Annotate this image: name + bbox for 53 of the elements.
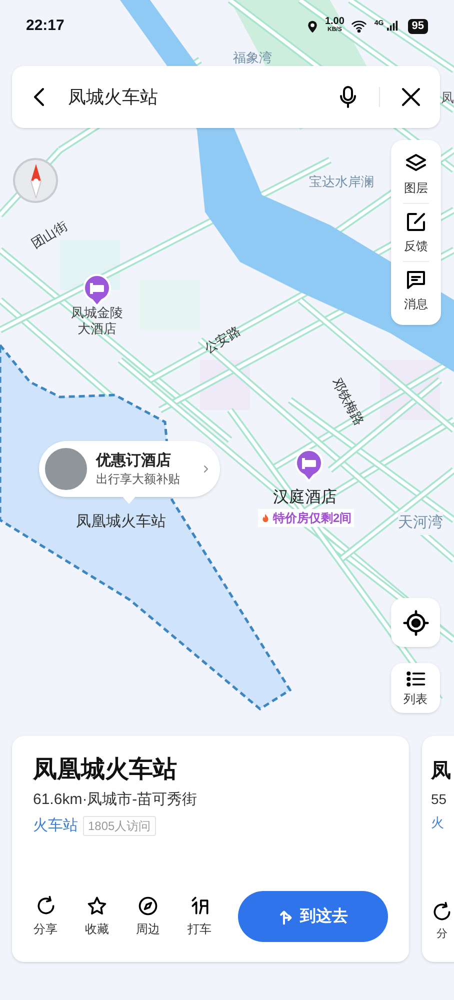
place-title: 凤凰城火车站 [33, 755, 178, 785]
locate-button[interactable] [391, 598, 440, 647]
list-button[interactable]: 列表 [391, 663, 440, 713]
crosshair-icon [402, 608, 430, 636]
flame-icon [260, 512, 271, 524]
signal-icon [384, 19, 399, 33]
wifi-icon [349, 18, 370, 34]
share-icon [34, 895, 57, 917]
hotel-pin-icon[interactable] [82, 274, 112, 308]
road-label: 团山街 [28, 216, 71, 254]
action-button[interactable]: 分 [431, 900, 453, 942]
share-icon [431, 900, 453, 922]
hotel-label[interactable]: 凤城金陵大酒店 [68, 305, 126, 337]
map-tool-button[interactable]: 反馈 [404, 204, 428, 261]
station-label: 凤凰城火车站 [76, 512, 166, 532]
edit-icon [404, 210, 428, 234]
action-button[interactable]: 打车 [186, 895, 212, 938]
place-title: 凤 [431, 759, 452, 784]
action-button[interactable]: 分享 [33, 895, 58, 938]
category-link[interactable]: 火 [431, 813, 444, 832]
callout-pointer-icon [122, 496, 136, 504]
category-link[interactable]: 火车站 [33, 814, 78, 837]
map-area-label: 宝达水岸澜 [309, 173, 374, 191]
map-area-label: 天河湾 [398, 512, 443, 534]
navigate-button[interactable]: 到这去 [238, 891, 388, 942]
callout-title: 优惠订酒店 [96, 451, 172, 471]
place-info: 55 [431, 790, 448, 809]
net-speed: 1.00 [324, 18, 344, 26]
visits-tag: 1805人访问 [83, 816, 156, 836]
place-card[interactable]: 凤 55 火 分 [422, 736, 454, 962]
place-info: 61.6km·凤城市-苗可秀街 [33, 790, 198, 810]
photo-placeholder [43, 446, 89, 492]
hotel-label[interactable]: 汉庭酒店 [273, 486, 337, 510]
status-time: 22:17 [26, 16, 64, 36]
map-area-label: 福象湾 [233, 49, 272, 67]
star-icon [86, 895, 108, 917]
close-icon [399, 85, 423, 109]
hotel-callout[interactable]: 优惠订酒店 出行享大额补贴 [39, 441, 220, 497]
compass-needle-icon [28, 164, 42, 198]
action-button[interactable]: 周边 [136, 895, 161, 938]
road-label: 邓铁梅路 [328, 374, 368, 430]
road-label: 公安路 [200, 322, 244, 358]
promo-text: 特价房仅剩2间 [273, 510, 352, 527]
message-icon [404, 268, 428, 292]
map-label: 凤 [441, 89, 454, 107]
map-tool-button[interactable]: 消息 [404, 262, 428, 319]
place-card[interactable]: 凤凰城火车站 61.6km·凤城市-苗可秀街 火车站 1805人访问 分享 收藏 周边 打车 到这去 [12, 736, 409, 962]
callout-subtitle: 出行享大额补贴 [96, 471, 180, 487]
search-field[interactable]: 凤城火车站 [68, 84, 158, 110]
map-tool-button[interactable]: 图层 [404, 146, 428, 203]
action-button[interactable]: 收藏 [84, 895, 110, 938]
compass-icon [137, 895, 160, 917]
hotel-pin-icon[interactable] [294, 449, 324, 483]
